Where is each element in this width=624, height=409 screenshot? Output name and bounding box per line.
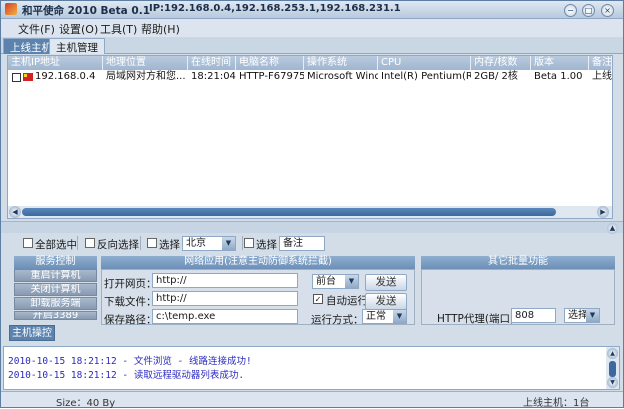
column-header[interactable]: 地理位置 (103, 56, 188, 70)
log-panel[interactable]: 2010-10-15 18:21:12 - 文件浏览 - 线路连接成功! 201… (3, 346, 620, 390)
table-header: 主机IP地址 地理位置 在线时间 电脑名称 操作系统 CPU 内存/核数 版本 … (8, 56, 612, 70)
log-entry: 2010-10-15 18:21:12 - 文件浏览 - 线路连接成功! (8, 356, 252, 367)
horizontal-scrollbar[interactable]: ◀ ▶ (8, 206, 612, 218)
proxy-select-dropdown[interactable]: 选择 ▼ (564, 308, 600, 323)
select-all-checkbox[interactable] (23, 238, 33, 248)
batch-functions-header: 其它批量功能 (421, 256, 615, 269)
download-input[interactable]: http:// (152, 291, 298, 306)
note-checkbox[interactable] (244, 238, 254, 248)
uninstall-server-button[interactable]: 卸载服务端 (14, 297, 97, 310)
chevron-down-icon[interactable]: ▼ (393, 310, 406, 323)
table-row[interactable]: 192.168.0.4 局域网对方和您... 18:21:04 HTTP-F67… (8, 70, 612, 84)
cell-computer-name: HTTP-F67975... (239, 71, 304, 82)
save-path-input[interactable]: c:\temp.exe (152, 309, 298, 324)
service-control-header: 服务控制 (14, 256, 97, 269)
send-download-button[interactable]: 发送 (365, 293, 407, 310)
invert-label: 反向选择 (97, 239, 139, 251)
scroll-up-icon[interactable]: ▲ (607, 348, 618, 359)
status-online-count: 上线主机：1台 (523, 398, 590, 409)
open-page-input[interactable]: http:// (152, 273, 298, 288)
chevron-down-icon[interactable]: ▼ (345, 275, 358, 288)
send-open-page-button[interactable]: 发送 (365, 274, 407, 291)
minimize-icon[interactable]: − (564, 4, 577, 17)
run-mode-value: 正常 (366, 311, 386, 322)
scrollbar-thumb[interactable] (22, 208, 556, 216)
status-bar: Size：40 By 上线主机：1台 (1, 391, 623, 409)
tab-host-control[interactable]: 主机操控 (9, 325, 55, 341)
ip-info: IP:192.168.0.4,192.168.253.1,192.168.231… (149, 3, 401, 14)
region-checkbox[interactable] (147, 238, 157, 248)
cell-note: 上线备 (592, 71, 612, 82)
scroll-right-icon[interactable]: ▶ (597, 206, 609, 218)
tab-bar: 上线主机 主机管理 (1, 37, 623, 54)
column-header[interactable]: 在线时间 (188, 56, 236, 70)
menu-settings[interactable]: 设置(O) (59, 21, 98, 37)
chevron-down-icon[interactable]: ▼ (222, 237, 235, 250)
divider (140, 236, 141, 250)
invert-checkbox[interactable] (85, 238, 95, 248)
vertical-scrollbar[interactable]: ▲ ▼ (606, 347, 619, 389)
log-entry: 2010-10-15 18:21:12 - 读取远程驱动器列表成功. (8, 370, 245, 381)
host-table: 主机IP地址 地理位置 在线时间 电脑名称 操作系统 CPU 内存/核数 版本 … (7, 55, 613, 219)
menu-help[interactable]: 帮助(H) (141, 21, 180, 37)
auto-run-label: 自动运行 (326, 295, 368, 307)
auto-run-checkbox[interactable]: ✓ (313, 294, 323, 304)
main-window: 和平使命 2010 Beta 0.1 IP:192.168.0.4,192.16… (0, 0, 624, 409)
title-bar: 和平使命 2010 Beta 0.1 IP:192.168.0.4,192.16… (1, 1, 623, 19)
scroll-left-icon[interactable]: ◀ (9, 206, 21, 218)
shutdown-computer-button[interactable]: 关闭计算机 (14, 283, 97, 296)
cell-version: Beta 1.00 (534, 71, 583, 82)
open-3389-button[interactable]: 开启3389 (14, 311, 97, 320)
filter-bar: 全部选中 反向选择 选择 北京 ▼ 选择 备注 (1, 234, 623, 252)
close-icon[interactable]: × (601, 4, 614, 17)
scroll-down-icon[interactable]: ▼ (607, 377, 618, 388)
column-header[interactable]: 备注 (589, 56, 612, 70)
app-logo-icon (5, 3, 17, 15)
run-mode-dropdown[interactable]: 正常 ▼ (362, 309, 407, 324)
column-header[interactable]: CPU (378, 56, 471, 70)
column-header[interactable]: 主机IP地址 (8, 56, 103, 70)
maximize-icon[interactable]: □ (582, 4, 595, 17)
cell-online-time: 18:21:04 (191, 71, 236, 82)
menu-tools[interactable]: 工具(T) (100, 21, 137, 37)
note-field[interactable]: 备注 (279, 236, 325, 251)
region-select-label: 选择 (159, 239, 180, 251)
panel-splitter[interactable]: ▲ (1, 221, 623, 234)
restart-computer-button[interactable]: 重启计算机 (14, 269, 97, 282)
row-checkbox[interactable] (12, 73, 21, 82)
cell-ip: 192.168.0.4 (35, 71, 96, 82)
window-title: 和平使命 2010 Beta 0.1 (22, 5, 151, 17)
menu-bar: 文件(F) 设置(O) 工具(T) 帮助(H) (1, 19, 623, 37)
open-page-label: 打开网页： (104, 278, 157, 290)
column-header[interactable]: 电脑名称 (236, 56, 304, 70)
collapse-up-icon[interactable]: ▲ (607, 223, 618, 234)
run-mode-label: 运行方式： (311, 314, 364, 326)
region-dropdown[interactable]: 北京 ▼ (182, 236, 236, 251)
divider (242, 236, 243, 250)
proxy-port-input[interactable]: 808 (511, 308, 556, 323)
region-value: 北京 (186, 238, 206, 249)
cell-os: Microsoft Windo... (307, 71, 378, 82)
status-size: Size：40 By (56, 398, 116, 409)
tab-host-management[interactable]: 主机管理 (49, 38, 105, 54)
chevron-down-icon[interactable]: ▼ (586, 309, 599, 322)
window-mode-value: 前台 (316, 276, 336, 287)
column-header[interactable]: 内存/核数 (471, 56, 531, 70)
save-path-label: 保存路径： (104, 314, 157, 326)
column-header[interactable]: 操作系统 (304, 56, 378, 70)
download-label: 下载文件： (104, 296, 157, 308)
select-all-label: 全部选中 (35, 239, 77, 251)
network-app-header: 网络应用(注意主动防御系统拦截) (101, 256, 415, 269)
proxy-select-value: 选择 (568, 310, 588, 321)
divider (77, 236, 78, 250)
note-select-label: 选择 (256, 239, 277, 251)
menu-file[interactable]: 文件(F) (18, 21, 55, 37)
scrollbar-thumb[interactable] (609, 361, 616, 377)
window-mode-dropdown[interactable]: 前台 ▼ (312, 274, 359, 289)
cell-cpu: Intel(R) Pentium(R) D... (381, 71, 471, 82)
column-header[interactable]: 版本 (531, 56, 589, 70)
cell-memory: 2GB/ 2核 (474, 71, 518, 82)
cell-location: 局域网对方和您... (106, 71, 186, 82)
